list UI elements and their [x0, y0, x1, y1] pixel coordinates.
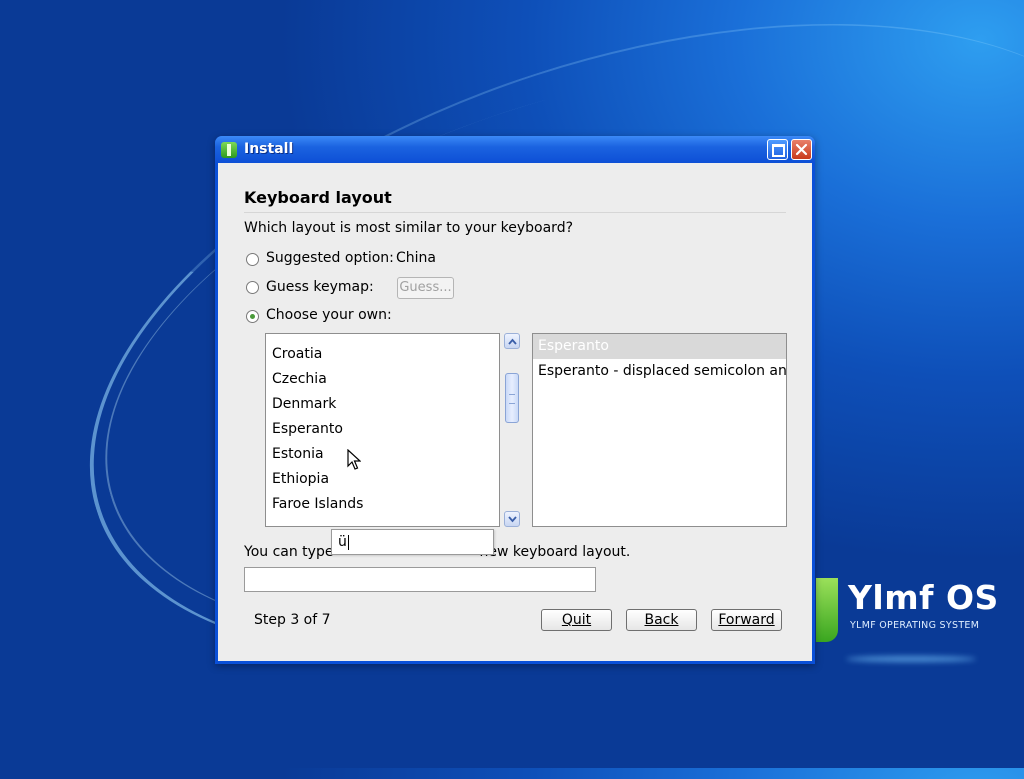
ylmf-logo-mark-icon — [816, 578, 838, 642]
guess-button[interactable]: Guess... — [397, 277, 454, 299]
back-label: Back — [644, 612, 679, 628]
scroll-thumb[interactable] — [505, 373, 519, 423]
scroll-down-button[interactable] — [504, 511, 520, 527]
hint-text-left: You can type — [244, 544, 334, 560]
list-item[interactable]: Denmark — [272, 396, 336, 412]
hint-text-right: new keyboard layout. — [479, 544, 631, 560]
close-button[interactable] — [791, 139, 812, 160]
list-item[interactable]: Ethiopia — [272, 471, 329, 487]
guess-keymap-label[interactable]: Guess keymap: — [266, 279, 374, 295]
chevron-down-icon — [508, 516, 517, 523]
list-item[interactable]: Esperanto — [272, 421, 343, 437]
logo-tagline: YLMF OPERATING SYSTEM — [850, 620, 980, 631]
variant-list[interactable]: Esperanto Esperanto - displaced semicolo… — [532, 333, 787, 527]
step-indicator: Step 3 of 7 — [254, 612, 331, 628]
list-item[interactable]: Estonia — [272, 446, 324, 462]
layout-list-scrollbar[interactable] — [504, 333, 520, 527]
variant-label: Esperanto — [538, 338, 609, 354]
mouse-cursor-icon — [347, 449, 361, 470]
list-item-partial — [272, 334, 276, 337]
logo-glow — [846, 656, 976, 662]
list-item[interactable]: Croatia — [272, 346, 322, 362]
list-item[interactable]: Faroe Islands — [272, 496, 363, 512]
page-title: Keyboard layout — [244, 188, 392, 207]
keyboard-test-input[interactable] — [244, 567, 596, 592]
list-item[interactable]: Czechia — [272, 371, 327, 387]
close-icon — [795, 143, 808, 156]
choose-own-label[interactable]: Choose your own: — [266, 307, 392, 323]
logo-name: Ylmf OS — [848, 578, 999, 617]
heading-divider — [244, 212, 786, 213]
suggested-option-radio[interactable] — [246, 253, 259, 266]
list-item-selected[interactable]: Esperanto — [533, 334, 786, 359]
quit-label: Quit — [561, 612, 592, 628]
installer-app-icon — [221, 142, 237, 158]
guess-keymap-radio[interactable] — [246, 281, 259, 294]
suggested-option-label[interactable]: Suggested option: — [266, 250, 394, 266]
choose-own-radio[interactable] — [246, 310, 259, 323]
layout-question: Which layout is most similar to your key… — [244, 220, 574, 236]
dialog-content: Keyboard layout Which layout is most sim… — [218, 163, 812, 661]
window-title: Install — [244, 141, 294, 157]
suggested-option-value: China — [396, 250, 436, 266]
layout-list[interactable]: Croatia Czechia Denmark Esperanto Estoni… — [265, 333, 500, 527]
install-window: Install Keyboard layout Which layout is … — [215, 136, 815, 664]
forward-label: Forward — [718, 612, 775, 628]
typeahead-search-input[interactable]: ü — [331, 529, 494, 555]
ylmf-logo: Ylmf OS YLMF OPERATING SYSTEM — [816, 578, 1006, 668]
maximize-button[interactable] — [767, 139, 788, 160]
back-button[interactable]: Back — [626, 609, 697, 631]
text-caret — [348, 535, 349, 550]
title-bar[interactable]: Install — [215, 136, 815, 163]
quit-button[interactable]: Quit — [541, 609, 612, 631]
forward-button[interactable]: Forward — [711, 609, 782, 631]
scroll-up-button[interactable] — [504, 333, 520, 349]
chevron-up-icon — [508, 338, 517, 345]
typeahead-value: ü — [338, 534, 347, 550]
list-item[interactable]: Esperanto - displaced semicolon and quot… — [538, 363, 786, 379]
